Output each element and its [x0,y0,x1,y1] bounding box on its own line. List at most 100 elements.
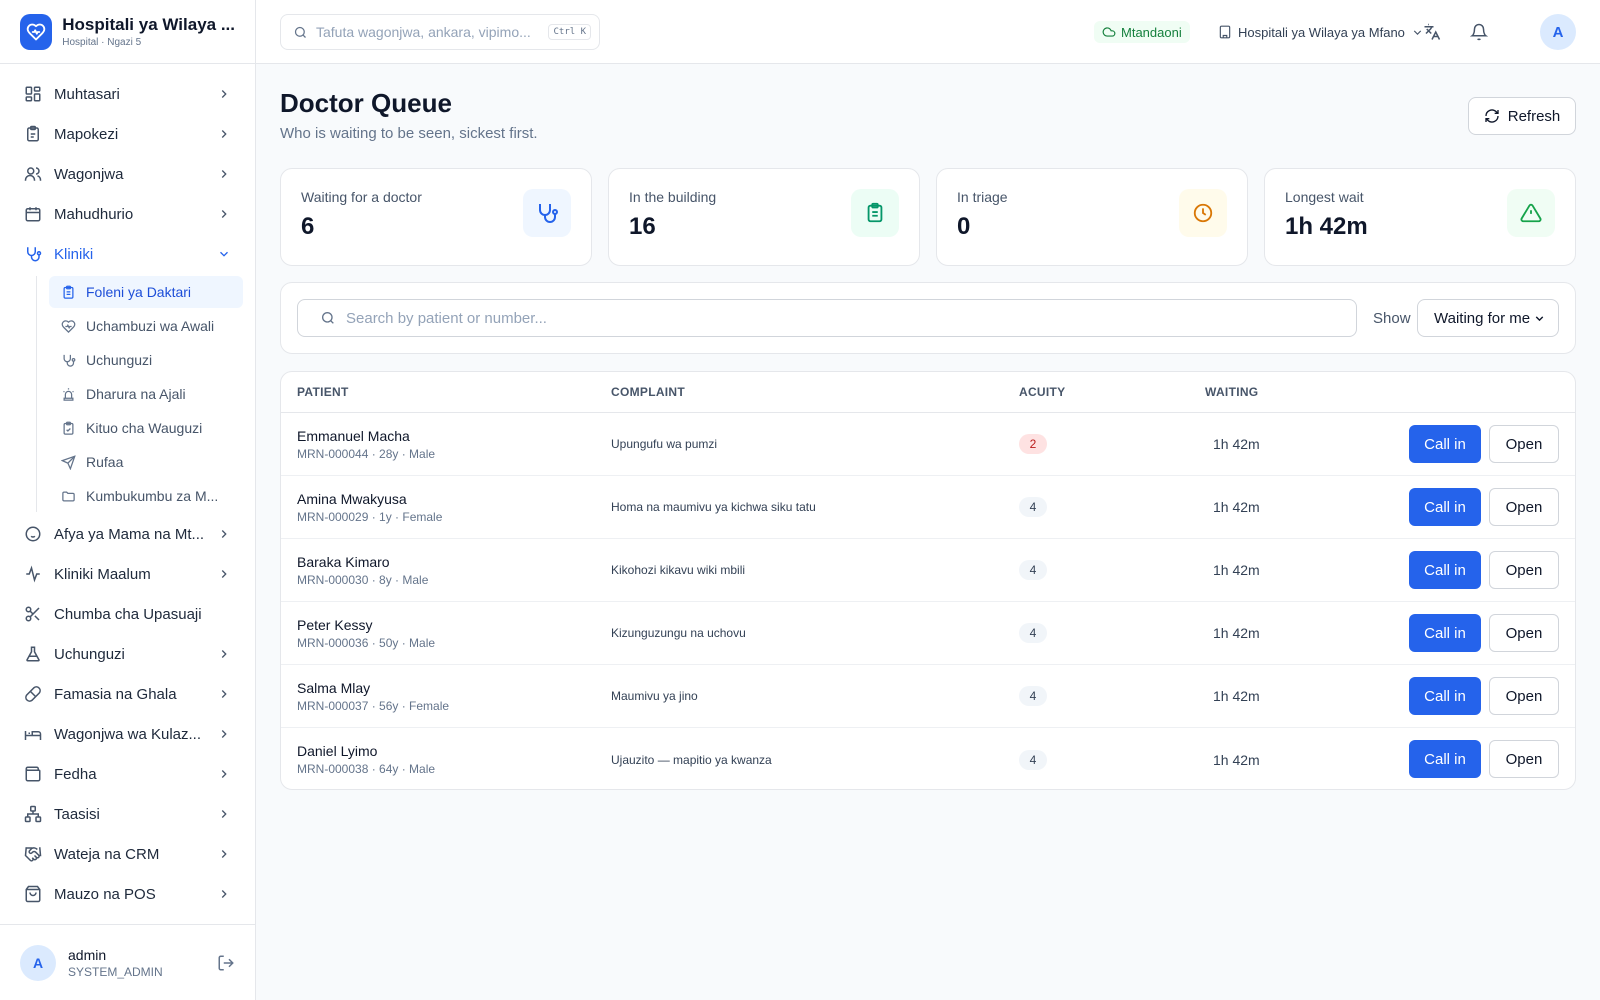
sidebar-item-uchunguzi[interactable]: Uchunguzi [12,634,243,674]
chevron-right-icon [217,127,231,141]
sidebar-item-kliniki[interactable]: Kliniki [12,234,243,274]
handshake-icon [24,845,42,863]
user-name: admin [68,946,107,963]
refresh-button[interactable]: Refresh [1468,97,1576,135]
heart-pulse-icon [61,319,76,334]
chevron-right-icon [217,167,231,181]
subnav-item-label: Uchambuzi wa Awali [86,318,215,334]
subnav-item-uchunguzi[interactable]: Uchunguzi [49,344,243,376]
chevron-right-icon [217,847,231,861]
sidebar-item-mahudhurio[interactable]: Mahudhurio [12,194,243,234]
table-header: PATIENT COMPLAINT ACUITY WAITING [281,372,1575,413]
patient-name: Emmanuel Macha [297,427,410,444]
subnav-item-kumbukumbu[interactable]: Kumbukumbu za M... [49,480,243,512]
facility-name: Hospitali ya Wilaya ya Mfano [1238,24,1405,40]
call-in-button[interactable]: Call in [1409,614,1481,652]
subnav-item-dharura-na-ajali[interactable]: Dharura na Ajali [49,378,243,410]
brand-subtitle: Hospital · Ngazi 5 [62,37,142,48]
complaint-text: Homa na maumivu ya kichwa siku tatu [611,500,816,514]
call-in-button[interactable]: Call in [1409,551,1481,589]
topbar: Tafuta wagonjwa, ankara, vipimo... Ctrl … [256,0,1600,64]
patient-name: Baraka Kimaro [297,553,390,570]
chevron-down-icon [217,247,231,261]
activity-icon [24,565,42,583]
translate-icon[interactable] [1420,20,1444,44]
stethoscope-icon [61,353,76,368]
sidebar-item-chumba-cha-upasuaji[interactable]: Chumba cha Upasuaji [12,594,243,634]
subnav-item-rufaa[interactable]: Rufaa [49,446,243,478]
subnav-item-kituo-cha-wauguzi[interactable]: Kituo cha Wauguzi [49,412,243,444]
bell-icon[interactable] [1467,20,1491,44]
chevron-right-icon [217,887,231,901]
building-icon [1218,25,1232,39]
brand[interactable]: Hospitali ya Wilaya ... Hospital · Ngazi… [0,0,255,64]
open-button[interactable]: Open [1489,488,1559,526]
org-icon [24,805,42,823]
shortcut-hint: Ctrl K [548,24,591,40]
sidebar-item-wagonjwa-wa-kulazwa[interactable]: Wagonjwa wa Kulaz... [12,714,243,754]
column-header-patient: PATIENT [297,385,349,399]
clock-icon [1179,189,1227,237]
sidebar-item-label: Famasia na Ghala [54,685,177,703]
open-button[interactable]: Open [1489,425,1559,463]
acuity-badge: 4 [1019,560,1047,580]
topbar-avatar[interactable]: A [1540,14,1576,50]
folder-icon [61,489,76,504]
sidebar-item-mauzo-na-pos[interactable]: Mauzo na POS [12,874,243,914]
sidebar-item-famasia-na-ghala[interactable]: Famasia na Ghala [12,674,243,714]
connection-status-badge: Mtandaoni [1094,21,1190,43]
wallet-icon [24,765,42,783]
grid-icon [24,85,42,103]
patient-search-input[interactable]: Search by patient or number... [297,299,1357,337]
sidebar-item-taasisi[interactable]: Taasisi [12,794,243,834]
subnav-item-uchambuzi-wa-awali[interactable]: Uchambuzi wa Awali [49,310,243,342]
patient-name: Daniel Lyimo [297,743,378,759]
open-button[interactable]: Open [1489,740,1559,778]
sidebar-item-wateja-na-crm[interactable]: Wateja na CRM [12,834,243,874]
clipboard-icon [24,125,42,143]
open-button[interactable]: Open [1489,677,1559,715]
logout-icon[interactable] [217,954,235,972]
patient-name: Peter Kessy [297,616,373,633]
waiting-time: 1h 42m [1213,499,1260,515]
waiting-time: 1h 42m [1213,562,1260,578]
bed-icon [24,725,42,743]
subnav-item-foleni-ya-daktari[interactable]: Foleni ya Daktari [49,276,243,308]
acuity-badge: 4 [1019,686,1047,706]
call-in-button[interactable]: Call in [1409,677,1481,715]
open-button[interactable]: Open [1489,614,1559,652]
filter-bar: Search by patient or number... Show Wait… [280,282,1576,354]
call-in-button[interactable]: Call in [1409,488,1481,526]
flask-icon [24,645,42,663]
open-button[interactable]: Open [1489,551,1559,589]
stethoscope-icon [24,245,42,263]
user-role: SYSTEM_ADMIN [68,964,163,979]
avatar[interactable]: A [20,944,56,981]
facility-selector[interactable]: Hospitali ya Wilaya ya Mfano [1218,20,1424,44]
global-search-input[interactable]: Tafuta wagonjwa, ankara, vipimo... Ctrl … [280,14,600,50]
cloud-icon [1102,25,1116,39]
stat-card-longest-wait: Longest wait 1h 42m [1264,168,1576,266]
call-in-button[interactable]: Call in [1409,740,1481,778]
column-header-complaint: COMPLAINT [611,385,686,399]
sidebar-nav: Muhtasari Mapokezi Wagonjwa Mahudhurio K… [0,64,255,924]
table-row: Peter Kessy MRN-000036 · 50y · Male Kizun… [281,602,1575,665]
chevron-right-icon [217,767,231,781]
stat-card-in-triage: In triage 0 [936,168,1248,266]
patient-meta: MRN-000029 · 1y · Female [297,509,443,524]
complaint-text: Upungufu wa pumzi [611,437,718,451]
page-title: Doctor Queue [280,88,452,118]
subnav-item-label: Kituo cha Wauguzi [86,420,203,436]
sidebar-item-kliniki-maalum[interactable]: Kliniki Maalum [12,554,243,594]
sidebar-item-fedha[interactable]: Fedha [12,754,243,794]
global-search-placeholder: Tafuta wagonjwa, ankara, vipimo... [316,24,531,40]
waiting-time: 1h 42m [1213,751,1260,768]
chevron-right-icon [217,567,231,581]
show-filter-select[interactable]: Waiting for me [1417,299,1559,337]
call-in-button[interactable]: Call in [1409,425,1481,463]
stats-row: Waiting for a doctor 6 In the building 1… [280,168,1576,266]
sidebar-item-afya-ya-mama[interactable]: Afya ya Mama na Mt... [12,514,243,554]
sidebar-item-wagonjwa[interactable]: Wagonjwa [12,154,243,194]
sidebar-item-mapokezi[interactable]: Mapokezi [12,114,243,154]
sidebar-item-muhtasari[interactable]: Muhtasari [12,74,243,114]
